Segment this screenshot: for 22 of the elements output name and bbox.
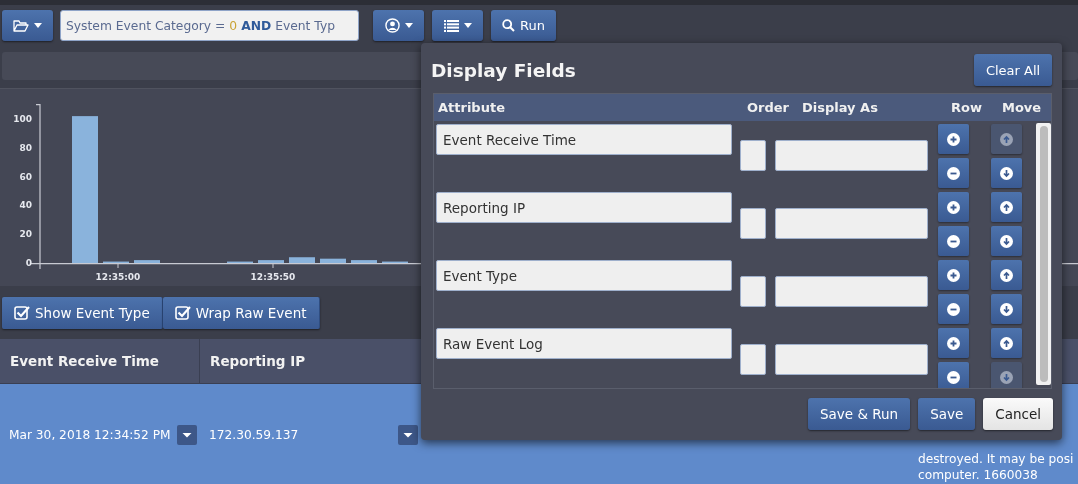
y-tick-label: 40: [19, 200, 32, 211]
y-tick-label: 20: [19, 229, 32, 240]
column-header: Order: [747, 100, 789, 115]
table-cell: computer. 1660038: [918, 468, 1038, 482]
x-tick-label: 12:35:50: [250, 272, 296, 282]
column-header: Display As: [802, 100, 878, 115]
y-tick-label: 80: [19, 142, 32, 153]
query-token: Event Typ: [275, 18, 335, 33]
column-header: Attribute: [438, 100, 505, 115]
column-header: Move: [1002, 100, 1042, 115]
query-token: System Event Category =: [66, 18, 226, 33]
table-cell: Mar 30, 2018 12:34:52 PM: [9, 428, 171, 442]
query-token: AND: [241, 18, 272, 33]
y-tick-label: 0: [25, 258, 32, 268]
x-tick-label: 12:35:00: [95, 272, 141, 282]
y-tick-label: 60: [19, 171, 32, 182]
table-cell: 172.30.59.137: [209, 428, 299, 442]
dialog-title: Display Fields: [431, 59, 576, 81]
query-token: 0: [229, 18, 238, 33]
table-cell: destroyed. It may be posi: [918, 452, 1074, 466]
column-header: Row: [951, 100, 982, 115]
y-tick-label: 100: [13, 114, 32, 124]
